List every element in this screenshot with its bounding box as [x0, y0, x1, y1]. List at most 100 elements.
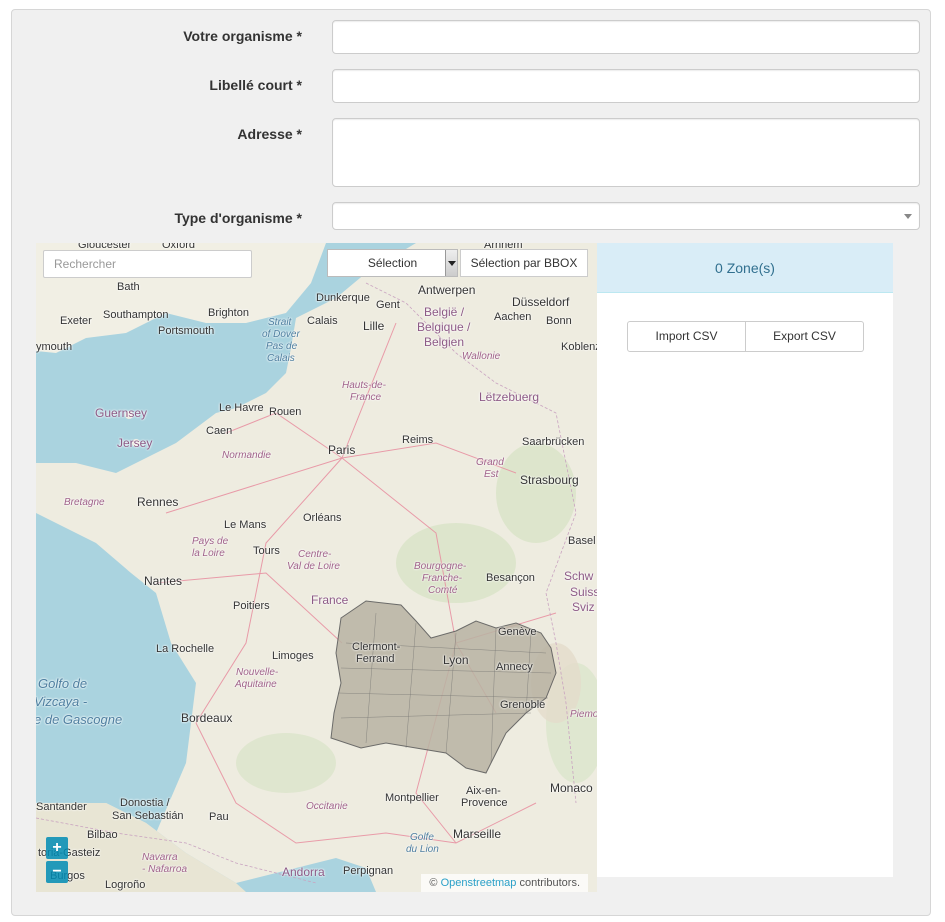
map-label: du Lion — [406, 844, 439, 855]
map-label: Bretagne — [64, 497, 105, 508]
map-label: Le Mans — [224, 519, 267, 531]
map-search-input[interactable] — [43, 250, 252, 278]
map-label: Bonn — [546, 315, 572, 327]
map-label: Rouen — [269, 406, 302, 418]
map-label: Navarra — [142, 852, 178, 863]
organisation-form-panel: Votre organisme * Libellé court * Adress… — [11, 9, 931, 916]
import-csv-button[interactable]: Import CSV — [627, 321, 746, 352]
map-label: Ferrand — [356, 653, 395, 665]
map-label: Marseille — [453, 827, 502, 841]
map-attribution: © Openstreetmap contributors. — [421, 874, 588, 892]
map-label: Nouvelle- — [236, 667, 279, 678]
map-label: Limoges — [272, 650, 314, 662]
map-label: Bourgogne- — [414, 561, 467, 572]
map-label: France — [311, 593, 349, 607]
map-label: Lyon — [443, 653, 469, 667]
attribution-suffix: contributors. — [519, 877, 580, 889]
map-label: Exeter — [60, 315, 92, 327]
map-label: Golfo de — [38, 676, 88, 691]
map-label: Orléans — [303, 512, 342, 524]
map-label: Bordeaux — [181, 711, 233, 725]
map-label: Portsmouth — [158, 325, 215, 337]
zones-panel: 0 Zone(s) Import CSV Export CSV — [597, 243, 893, 877]
map-label: San Sebastián — [112, 810, 184, 822]
map-label: Sviz — [572, 600, 595, 614]
map-label: Bath — [117, 281, 140, 293]
map-label: Pau — [209, 811, 229, 823]
map-label: Le Havre — [219, 402, 264, 414]
map-label: Vizcaya - — [36, 694, 88, 709]
attribution-prefix: © — [429, 877, 438, 889]
chevron-down-icon — [904, 214, 912, 219]
zoom-out-button[interactable]: − — [46, 861, 68, 883]
adresse-textarea[interactable] — [332, 118, 920, 187]
map-label: Occitanie — [306, 801, 348, 812]
map-label: Calais — [267, 353, 295, 364]
map-label: Franche- — [422, 573, 463, 584]
map-label: e de Gascogne — [36, 712, 123, 727]
map-label: Calais — [307, 315, 338, 327]
map-label: Bilbao — [87, 829, 118, 841]
map-label: België / — [424, 305, 465, 319]
map-label: Besançon — [486, 572, 535, 584]
map-label: Belgique / — [417, 320, 471, 334]
map-label: Schw — [564, 569, 594, 583]
map-label: Arnhem — [484, 243, 523, 251]
map-label: Normandie — [222, 450, 271, 461]
map-label: Grenoble — [500, 699, 546, 711]
map-label: Suisse/Sv — [570, 585, 597, 599]
zones-count-header: 0 Zone(s) — [597, 243, 893, 293]
map-label: Montpellier — [385, 792, 439, 804]
map-label: Piemo — [570, 709, 597, 720]
map-label: Nantes — [144, 574, 183, 588]
map-label: Brighton — [208, 307, 249, 319]
map-label: Logroño — [105, 879, 146, 891]
map-label: la Loire — [192, 548, 225, 559]
map-label: Grand — [476, 457, 504, 468]
organisme-input[interactable] — [332, 20, 920, 54]
export-csv-button[interactable]: Export CSV — [746, 321, 864, 352]
map-label: Rennes — [137, 495, 179, 509]
map-label: Strait — [268, 317, 292, 328]
map-label: Est — [484, 469, 499, 480]
map-label: Lëtzebuerg — [479, 390, 540, 404]
map-label: Andorra — [282, 865, 325, 879]
map-label: Antwerpen — [418, 283, 476, 297]
map-label: Tours — [253, 545, 280, 557]
map-label: of Dover — [262, 329, 300, 340]
map-label: Golfe — [410, 832, 434, 843]
libelle-input[interactable] — [332, 69, 920, 103]
map-label: Basel — [568, 535, 596, 547]
map-label: Comté — [428, 585, 458, 596]
openstreetmap-link[interactable]: Openstreetmap — [441, 877, 517, 889]
map-view[interactable]: Sélection Sélection par BBOX Gloucester … — [36, 243, 597, 892]
map-label: Aachen — [494, 311, 532, 323]
map-label: Clermont- — [352, 641, 401, 653]
organisme-label: Votre organisme * — [183, 28, 302, 44]
map-label: Genève — [498, 626, 537, 638]
map-label: Pays de — [192, 536, 229, 547]
zoom-in-button[interactable]: + — [46, 837, 68, 859]
bbox-selection-button[interactable]: Sélection par BBOX — [460, 249, 588, 277]
map-label: - Nafarroa — [142, 864, 188, 875]
map-label: Guernsey — [95, 406, 148, 420]
type-select[interactable] — [332, 202, 920, 230]
map-label: Dunkerque — [316, 292, 370, 304]
selection-dropdown-arrow-icon[interactable] — [445, 250, 457, 276]
map-label: Perpignan — [343, 865, 394, 877]
map-label: Centre- — [298, 549, 332, 560]
map-label: Santander — [36, 801, 87, 813]
selection-select[interactable]: Sélection — [327, 249, 458, 277]
map-label: Aquitaine — [235, 679, 277, 690]
map-label: Wallonie — [462, 351, 501, 362]
map-label: Paris — [328, 443, 356, 457]
adresse-label: Adresse * — [237, 126, 302, 142]
map-label: Annecy — [496, 661, 533, 673]
map-label: Gloucester — [78, 243, 132, 251]
map-label: Oxford — [162, 243, 196, 251]
map-label: Koblenz — [561, 341, 597, 353]
map-label: Hauts-de- — [342, 380, 386, 391]
map-label: Strasbourg — [520, 473, 579, 487]
map-label: Saarbrücken — [522, 436, 585, 448]
map-label: France — [350, 392, 382, 403]
